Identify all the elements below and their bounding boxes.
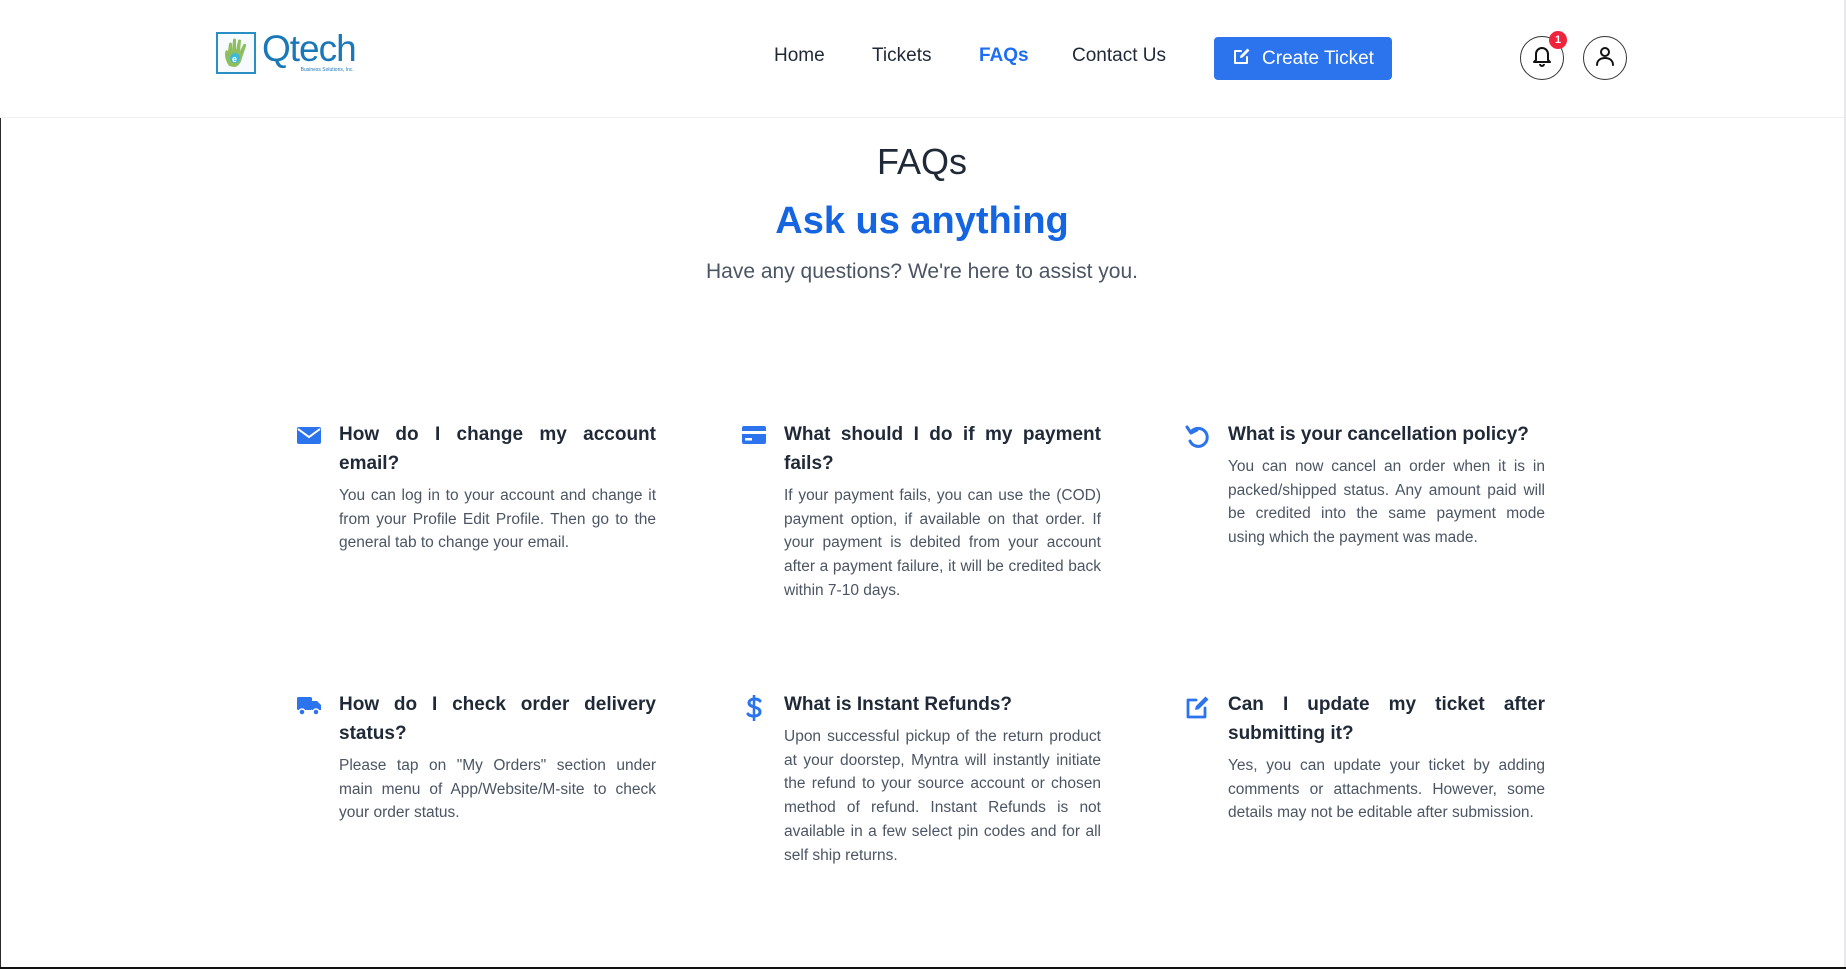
hero-subtitle: Have any questions? We're here to assist… [705, 260, 1139, 283]
create-ticket-button[interactable]: Create Ticket [1214, 37, 1392, 80]
edit-icon [1185, 694, 1211, 720]
undo-icon [1185, 424, 1211, 450]
edit-icon [1232, 46, 1252, 72]
faq-answer: Please tap on "My Orders" section under … [339, 757, 656, 822]
faq-question: How do I change my account email? [339, 424, 656, 474]
faq-question: What is Instant Refunds? [784, 694, 1012, 715]
nav-home[interactable]: Home [774, 45, 825, 67]
faq-question: How do I check order delivery status? [339, 694, 656, 744]
hero-tagline: Ask us anything [775, 200, 1069, 242]
page-title: FAQs [876, 141, 968, 182]
user-account-button[interactable] [1583, 36, 1627, 80]
top-navbar: e Qtech Business Solutions, Inc. Home Ti… [0, 0, 1844, 118]
nav-tickets[interactable]: Tickets [872, 45, 931, 67]
bell-icon [1532, 45, 1552, 72]
faq-question: What is your cancellation policy? [1228, 424, 1529, 445]
faq-answer: You can now cancel an order when it is i… [1228, 458, 1545, 547]
notifications-button[interactable]: 1 [1520, 31, 1567, 80]
faq-answer: You can log in to your account and chang… [339, 487, 656, 552]
nav-contact-us[interactable]: Contact Us [1072, 45, 1166, 67]
faq-question: Can I update my ticket after submitting … [1228, 694, 1545, 744]
dollar-icon [741, 694, 767, 721]
faq-answer: Yes, you can update your ticket by addin… [1228, 757, 1545, 822]
nav-faqs[interactable]: FAQs [979, 45, 1029, 67]
user-icon [1594, 45, 1616, 72]
create-ticket-label: Create Ticket [1262, 47, 1374, 69]
faq-question: What should I do if my payment fails? [784, 424, 1101, 474]
notification-badge: 1 [1549, 31, 1567, 49]
faq-answer: If your payment fails, you can use the (… [784, 487, 1101, 599]
envelope-icon [296, 424, 322, 450]
faq-answer: Upon successful pickup of the return pro… [784, 728, 1101, 864]
truck-icon [296, 694, 322, 720]
credit-card-icon [741, 424, 767, 450]
main-nav: Home Tickets FAQs Contact Us [0, 0, 1844, 117]
faq-hero: FAQs Ask us anything Have any questions?… [0, 140, 1844, 286]
